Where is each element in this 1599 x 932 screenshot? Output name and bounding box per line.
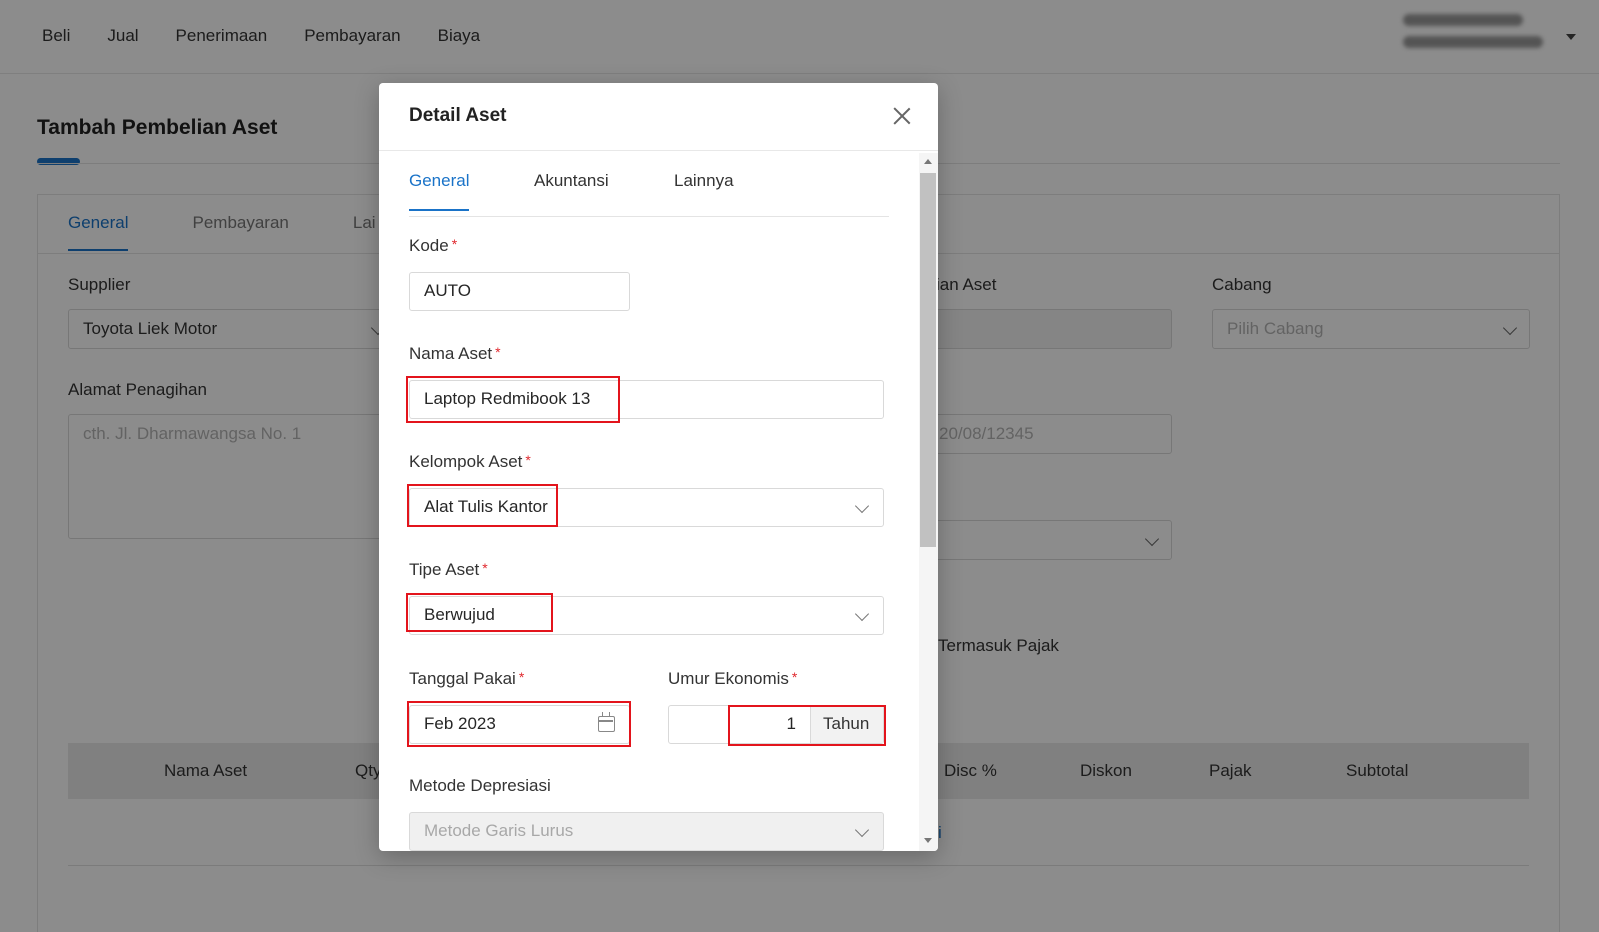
tanggal-pakai-value: Feb 2023 [424,714,496,733]
chevron-down-icon [854,606,870,622]
kode-input[interactable]: AUTO [409,272,630,311]
kelompok-aset-label: Kelompok Aset * [409,452,531,472]
tipe-aset-label-text: Tipe Aset [409,560,480,579]
scroll-down-icon[interactable] [924,838,932,843]
umur-ekonomis-label-text: Umur Ekonomis [668,669,789,688]
required-mark: * [791,669,798,685]
modal-header: Detail Aset [379,83,938,151]
chevron-down-icon [854,498,870,514]
nama-aset-value: Laptop Redmibook 13 [424,389,591,408]
kode-label-text: Kode [409,236,449,255]
nama-aset-label-text: Nama Aset [409,344,493,363]
kelompok-aset-select[interactable]: Alat Tulis Kantor [409,488,884,527]
umur-ekonomis-unit: Tahun [810,706,883,743]
metode-depresiasi-select: Metode Garis Lurus [409,812,884,851]
required-mark: * [525,452,531,468]
required-mark: * [482,560,488,576]
kelompok-aset-value: Alat Tulis Kantor [424,497,548,516]
umur-ekonomis-input-group: 1 Tahun [668,705,884,744]
detail-aset-modal: Detail Aset General Akuntansi Lainnya Ko… [379,83,938,851]
tanggal-pakai-input[interactable]: Feb 2023 [409,705,630,744]
tab-akuntansi[interactable]: Akuntansi [534,171,609,209]
tipe-aset-select[interactable]: Berwujud [409,596,884,635]
tipe-aset-value: Berwujud [424,605,495,624]
scrollbar-thumb[interactable] [920,173,936,547]
kode-label: Kode * [409,236,457,256]
scroll-up-icon[interactable] [924,159,932,164]
metode-depresiasi-label: Metode Depresiasi [409,776,551,795]
umur-ekonomis-input[interactable]: 1 [669,706,810,743]
required-mark: * [451,236,458,252]
kode-value: AUTO [424,281,471,300]
umur-ekonomis-label: Umur Ekonomis * [668,669,797,689]
required-mark: * [518,669,525,685]
kelompok-aset-label-text: Kelompok Aset [409,452,523,471]
tab-general[interactable]: General [409,171,470,211]
tab-lainnya[interactable]: Lainnya [674,171,734,209]
nama-aset-label: Nama Aset * [409,344,501,364]
tipe-aset-label: Tipe Aset * [409,560,488,580]
modal-title: Detail Aset [409,105,507,126]
tanggal-pakai-label: Tanggal Pakai * [409,669,524,689]
calendar-icon[interactable] [598,712,615,732]
tanggal-pakai-label-text: Tanggal Pakai [409,669,516,688]
chevron-down-icon [854,822,870,838]
close-icon[interactable] [892,106,912,126]
metode-depresiasi-value: Metode Garis Lurus [424,821,574,840]
nama-aset-input[interactable]: Laptop Redmibook 13 [409,380,884,419]
modal-tabs: General Akuntansi Lainnya [409,171,889,217]
required-mark: * [495,344,501,360]
